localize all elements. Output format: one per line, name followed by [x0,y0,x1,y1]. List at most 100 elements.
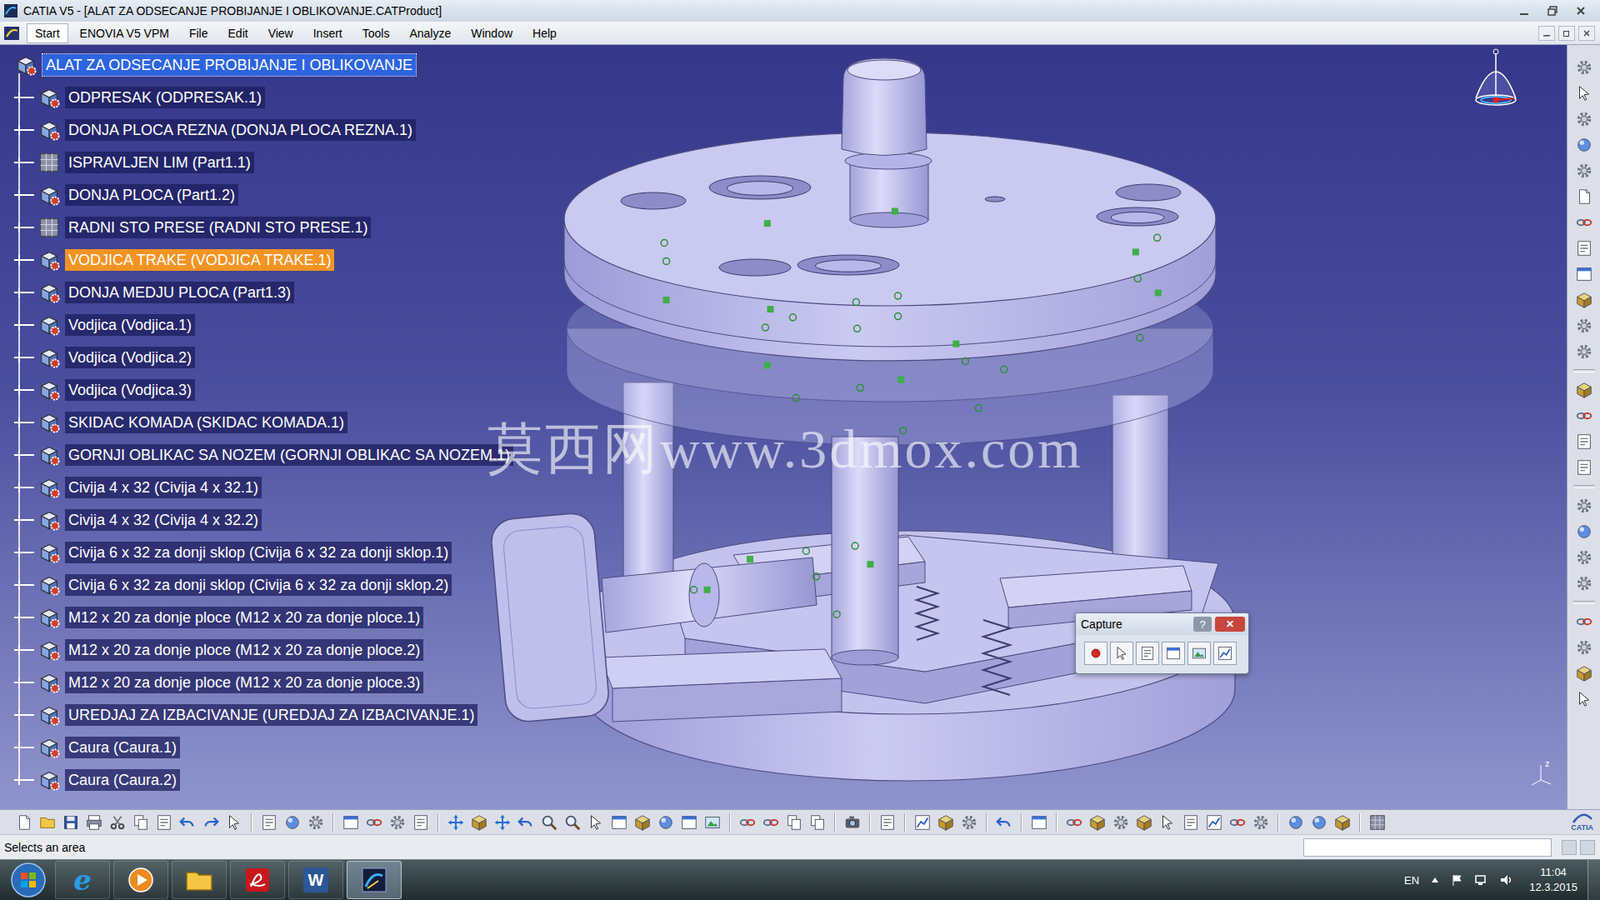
toolbar-button[interactable] [935,811,957,834]
toolbar-button[interactable] [608,811,630,834]
toolbar-button[interactable] [631,811,654,834]
menu-item[interactable]: View [260,23,302,44]
expand-toggle[interactable] [14,775,25,785]
tree-node[interactable]: DONJA MEDJU PLOCA (Part1.3) [0,275,514,309]
toolbar-button[interactable] [1573,662,1595,685]
expand-toggle[interactable] [14,742,25,753]
toolbar-button[interactable] [1063,811,1085,834]
toolbar-button[interactable] [1573,134,1595,156]
toolbar-button[interactable] [410,811,432,834]
tree-node[interactable]: Civija 4 x 32 (Civija 4 x 32.1) [0,470,514,504]
tree-node[interactable]: SKIDAC KOMADA (SKIDAC KOMADA.1) [0,405,514,439]
tree-node[interactable]: Vodjica (Vodjica.2) [0,340,514,374]
toolbar-button[interactable] [1331,811,1354,834]
toolbar-button[interactable] [515,811,537,834]
menu-item[interactable]: Help [524,23,565,44]
taskbar-app[interactable] [346,860,402,900]
toolbar-button[interactable] [1573,520,1595,543]
taskbar-app[interactable]: W [288,860,344,900]
minimize-document-button[interactable] [1538,25,1555,41]
toolbar-button[interactable] [13,811,35,834]
tree-node[interactable]: GORNJI OBLIKAC SA NOZEM (GORNJI OBLIKAC … [0,438,514,471]
network-icon[interactable] [1474,873,1490,887]
3d-viewer[interactable]: ALAT ZA ODSECANJE PROBIJANJE I OBLIKOVAN… [0,45,1567,810]
show-desktop-button[interactable] [1587,860,1600,900]
expand-toggle[interactable] [14,417,25,428]
toolbar-button[interactable] [1110,811,1132,834]
toolbar-button[interactable] [701,811,724,834]
expand-toggle[interactable] [14,710,25,720]
tree-node[interactable]: Civija 6 x 32 za donji sklop (Civija 6 x… [0,568,514,601]
toolbar-button[interactable] [1573,160,1595,182]
tree-node[interactable]: Civija 4 x 32 (Civija 4 x 32.2) [0,503,514,536]
toolbar-button[interactable] [305,811,327,834]
tree-node[interactable]: RADNI STO PRESE (RADNI STO PRESE.1) [0,210,514,244]
capture-tool-button[interactable] [1161,641,1185,665]
expand-toggle[interactable] [14,612,25,623]
toolbar-button[interactable] [60,811,82,834]
tree-node[interactable]: Civija 6 x 32 za donji sklop (Civija 6 x… [0,535,514,569]
capture-tool-button[interactable] [1187,641,1211,665]
toolbar-button[interactable] [561,811,584,834]
toolbar-button[interactable] [281,811,304,834]
toolbar-button[interactable] [993,811,1015,834]
capture-tool-button[interactable] [1135,641,1160,665]
taskbar-app[interactable] [113,860,169,900]
tree-node[interactable]: ISPRAVLJEN LIM (Part1.1) [0,145,514,179]
toolbar-button[interactable] [1573,237,1595,260]
tree-node[interactable]: ODPRESAK (ODPRESAK.1) [0,80,514,114]
toolbar-button[interactable] [223,811,245,834]
toolbar-button[interactable] [1086,811,1109,834]
menu-item[interactable]: Tools [354,23,399,44]
expand-toggle[interactable] [14,580,25,590]
toolbar-button[interactable] [1573,688,1595,710]
expand-toggle[interactable] [14,515,25,525]
start-button[interactable] [5,861,52,899]
command-input[interactable] [1303,838,1552,857]
tree-node[interactable]: M12 x 20 za donje ploce (M12 x 20 za don… [0,665,514,699]
menu-item[interactable]: Start [26,23,69,44]
toolbar-button[interactable] [153,811,175,834]
expand-toggle[interactable] [14,287,25,298]
language-indicator[interactable]: EN [1404,874,1420,887]
menu-item[interactable]: Window [462,23,521,44]
expand-toggle[interactable] [14,125,25,135]
toolbar-button[interactable] [445,811,467,834]
toolbar-button[interactable] [1133,811,1155,834]
tree-node[interactable]: Caura (Caura.2) [0,763,514,796]
toolbar-button[interactable] [911,811,934,834]
toolbar-button[interactable] [958,811,980,834]
menu-item[interactable]: Analyze [400,23,460,44]
toolbar-button[interactable] [1250,811,1272,834]
toolbar-button[interactable] [1573,263,1595,285]
toolbar-button[interactable] [1308,811,1330,834]
dialog-title-bar[interactable]: Capture?✕ [1075,613,1249,635]
toolbar-button[interactable] [1180,811,1202,834]
toolbar-button[interactable] [1573,636,1595,659]
menu-item[interactable]: Insert [305,23,351,44]
expand-toggle[interactable] [14,320,25,330]
tree-node[interactable]: VODJICA TRAKE (VODJICA TRAKE.1) [0,243,514,276]
toolbar-button[interactable] [1573,495,1595,517]
expand-toggle[interactable] [14,547,25,558]
toolbar-button[interactable] [36,811,59,834]
toolbar-button[interactable] [736,811,759,834]
tree-node[interactable]: Vodjica (Vodjica.3) [0,373,514,406]
status-button[interactable] [1561,840,1577,855]
toolbar-button[interactable] [760,811,782,834]
capture-tool-button[interactable] [1213,641,1237,665]
toolbar-button[interactable] [1366,811,1389,834]
toolbar-button[interactable] [1573,546,1595,569]
toolbar-button[interactable] [1573,185,1595,208]
toolbar-button[interactable] [1028,811,1050,834]
expand-toggle[interactable] [14,352,25,363]
tree-node[interactable]: DONJA PLOCA REZNA (DONJA PLOCA REZNA.1) [0,113,514,146]
toolbar-button[interactable] [83,811,105,834]
maximize-button[interactable] [1540,2,1565,20]
menu-item[interactable]: File [180,23,217,44]
toolbar-button[interactable] [1573,340,1595,363]
toolbar-button[interactable] [1573,315,1595,337]
menu-item[interactable]: ENOVIA V5 VPM [71,23,178,44]
toolbar-button[interactable] [585,811,607,834]
toolbar-button[interactable] [1573,289,1595,311]
